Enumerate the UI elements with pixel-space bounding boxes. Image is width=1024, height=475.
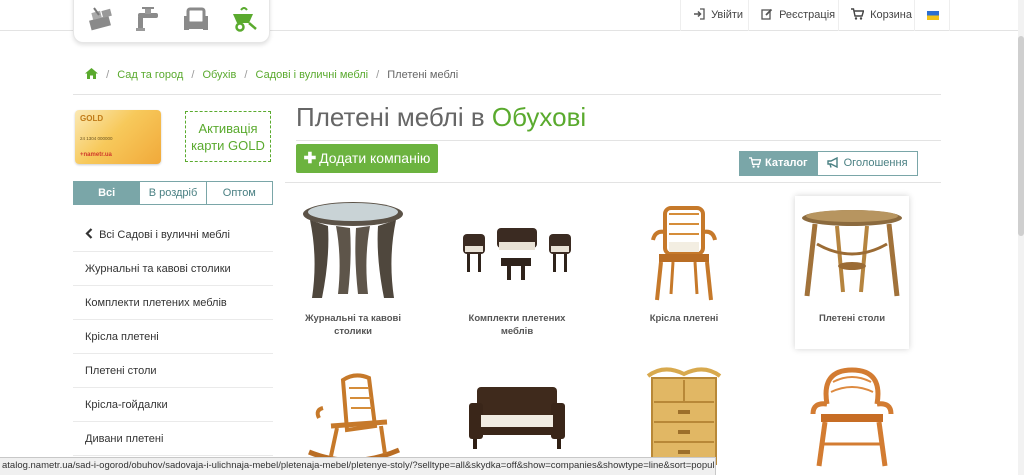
rocking-chair-image (296, 360, 410, 472)
category-icon-tabs (73, 0, 270, 43)
divider (285, 182, 941, 183)
coffee-table-image (296, 196, 410, 308)
bricks-trowel-icon[interactable] (86, 4, 116, 34)
page-title-city: Обухові (491, 102, 587, 132)
ukrainian-flag-icon (927, 11, 939, 20)
breadcrumb-item-garden-furniture[interactable]: Садові і вуличні меблі (256, 69, 369, 81)
tile-label: Плетені столи (818, 313, 886, 324)
vertical-scrollbar[interactable] (1018, 0, 1024, 475)
sidebar-item-furniture-sets[interactable]: Комплекти плетених меблів (73, 286, 273, 320)
category-tile-rocking-chairs[interactable] (296, 360, 410, 472)
add-company-label: Додати компанію (319, 150, 431, 166)
subcategory-list: Всі Садові і вуличні меблі Журнальні та … (73, 218, 273, 456)
wicker-table-image (795, 196, 909, 308)
sidebar-item-wicker-chairs[interactable]: Крісла плетені (73, 320, 273, 354)
category-tile-wicker-chairs[interactable]: Крісла плетені (627, 196, 741, 325)
shopping-cart-icon (851, 8, 865, 20)
furniture-set-image (460, 196, 574, 308)
add-company-button[interactable]: ✚ Додати компанію (296, 144, 438, 173)
gold-card-brand: +nametr.ua (80, 152, 112, 158)
back-label: Всі Садові і вуличні меблі (99, 229, 230, 241)
category-tile-wicker-armchairs[interactable] (795, 360, 909, 472)
filter-retail[interactable]: В роздріб (139, 182, 206, 204)
status-url: atalog.nametr.ua/sad-i-ogorod/obuhov/sad… (2, 460, 716, 471)
category-tile-wicker-sofas[interactable] (460, 360, 574, 472)
ads-tab[interactable]: Оголошення (816, 152, 917, 175)
sidebar-item-rocking-chairs[interactable]: Крісла-гойдалки (73, 388, 273, 422)
armchair-icon[interactable] (181, 4, 211, 34)
category-tile-wicker-chests[interactable] (627, 360, 741, 472)
breadcrumb-separator: / (244, 69, 248, 81)
sidebar-item-coffee-tables[interactable]: Журнальні та кавові столики (73, 252, 273, 286)
register-link[interactable]: Реєстрація (748, 0, 847, 31)
sidebar-item-wicker-sofas[interactable]: Дивани плетені (73, 422, 273, 456)
top-bar: Увійти Реєстрація Корзина (0, 0, 1018, 43)
plus-icon: ✚ (303, 150, 317, 167)
edit-icon (761, 8, 773, 20)
gold-card-number: 24 1304 000000 (80, 136, 113, 141)
gold-card-logo: GOLD (80, 114, 104, 123)
sign-in-icon (694, 8, 705, 20)
tile-label: Комплекти плетених меблів (468, 313, 566, 337)
breadcrumb: / Сад та город / Обухів / Садові і вулич… (73, 61, 941, 95)
shopping-cart-icon (749, 157, 762, 168)
breadcrumb-current: Плетені меблі (387, 69, 459, 81)
divider (296, 140, 941, 141)
gold-card-image[interactable]: GOLD 24 1304 000000 +nametr.ua (75, 110, 161, 164)
wicker-sofa-image (460, 360, 574, 472)
view-toggle: Каталог Оголошення (739, 151, 918, 176)
page-title: Плетені меблі в Обухові (296, 102, 587, 132)
breadcrumb-item-garden[interactable]: Сад та город (117, 69, 183, 81)
browser-status-bar: atalog.nametr.ua/sad-i-ogorod/obuhov/sad… (0, 457, 716, 475)
filter-wholesale[interactable]: Оптом (205, 182, 272, 204)
tile-label: Крісла плетені (649, 313, 719, 324)
category-tile-coffee-tables[interactable]: Журнальні та кавові столики (296, 196, 410, 338)
register-label: Реєстрація (779, 9, 836, 21)
breadcrumb-separator: / (106, 69, 110, 81)
breadcrumb-separator: / (191, 69, 195, 81)
activate-label-line1: Активація (198, 121, 258, 136)
faucet-icon[interactable] (132, 4, 162, 34)
breadcrumb-separator: / (376, 69, 380, 81)
cart-link[interactable]: Корзина (838, 0, 924, 31)
sidebar-item-wicker-tables[interactable]: Плетені столи (73, 354, 273, 388)
wicker-chest-image (627, 360, 741, 472)
wheelbarrow-icon[interactable] (229, 4, 259, 34)
tile-label: Журнальні та кавові столики (304, 313, 402, 337)
wicker-chair-image (627, 196, 741, 308)
filter-all[interactable]: Всі (74, 182, 140, 204)
category-tile-wicker-tables[interactable]: Плетені столи (795, 196, 909, 349)
language-switch[interactable] (914, 0, 950, 31)
wicker-armchair-image (795, 360, 909, 472)
catalog-tab[interactable]: Каталог (740, 152, 817, 175)
scrollbar-thumb[interactable] (1018, 36, 1024, 236)
category-tile-furniture-sets[interactable]: Комплекти плетених меблів (460, 196, 574, 338)
cart-label: Корзина (870, 9, 912, 21)
bullhorn-icon (826, 156, 838, 169)
login-link[interactable]: Увійти (680, 0, 755, 31)
home-icon[interactable] (85, 68, 98, 79)
chevron-left-icon (85, 228, 93, 239)
login-label: Увійти (711, 9, 744, 21)
sale-type-filter: Всі В роздріб Оптом (73, 181, 273, 205)
breadcrumb-item-city[interactable]: Обухів (202, 69, 236, 81)
activate-label-line2: карти GOLD (191, 138, 265, 153)
activate-gold-card-link[interactable]: Активація карти GOLD (185, 111, 271, 162)
back-to-parent-category[interactable]: Всі Садові і вуличні меблі (73, 218, 273, 252)
